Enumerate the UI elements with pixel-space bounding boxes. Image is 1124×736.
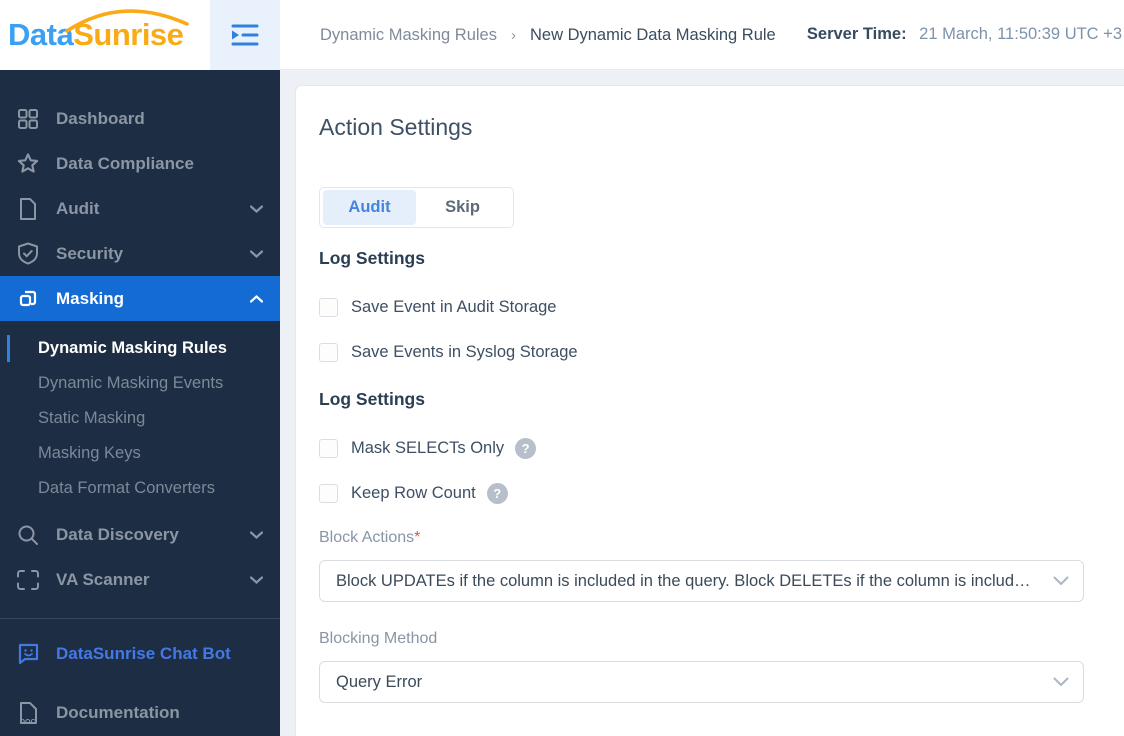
submenu-item-label: Masking Keys [38,444,141,462]
field-label-text: Blocking Method [319,630,438,647]
svg-text:DOC: DOC [20,719,36,726]
action-tab-group: Audit Skip [319,187,514,228]
sidebar-item-chat-bot[interactable]: DataSunrise Chat Bot [0,631,280,676]
masking-icon [15,286,41,312]
submenu-item-static-masking[interactable]: Static Masking [0,401,280,436]
mask-selects-only-checkbox[interactable] [319,438,338,458]
sidebar-item-data-discovery[interactable]: Data Discovery [0,512,280,557]
log-settings-heading-2: Log Settings [319,389,425,409]
settings-card: Action Settings Audit Skip Log Settings … [295,85,1124,736]
submenu-item-label: Static Masking [38,409,146,427]
sidebar-item-label: Data Discovery [56,524,179,544]
chevron-down-icon [250,575,263,584]
search-icon [15,522,41,548]
required-asterisk: * [414,529,421,546]
tab-audit[interactable]: Audit [323,190,416,225]
submenu-item-label: Data Format Converters [38,479,215,497]
sidebar-item-label: Masking [56,288,125,308]
chevron-down-icon [250,249,263,258]
chevron-up-icon [250,294,263,303]
blocking-method-label: Blocking Method [319,629,1124,649]
checkbox-label: Mask SELECTs Only [351,438,505,457]
submenu-item-data-format-converters[interactable]: Data Format Converters [0,471,280,506]
breadcrumb-current: New Dynamic Data Masking Rule [529,26,776,44]
sidebar-nav: Dashboard Data Compliance Audit Security… [0,70,280,736]
block-actions-select[interactable]: Block UPDATEs if the column is included … [319,560,1084,602]
star-icon [15,151,41,177]
server-time-label: Server Time: [806,25,907,43]
doc-file-icon: DOC [15,700,41,726]
save-events-syslog-storage-checkbox[interactable] [319,342,338,362]
shield-check-icon [15,241,41,267]
submenu-item-masking-keys[interactable]: Masking Keys [0,436,280,471]
sidebar-item-dashboard[interactable]: Dashboard [0,96,280,141]
sidebar-divider [0,618,280,619]
block-actions-label: Block Actions* [319,528,1124,548]
checkbox-row-mask-selects: Mask SELECTs Only ? [319,437,1124,459]
checkbox-row-audit-storage: Save Event in Audit Storage [319,296,1124,318]
log-settings-heading-1: Log Settings [319,248,425,268]
sidebar-item-label: Data Compliance [56,153,194,173]
sidebar-item-security[interactable]: Security [0,231,280,276]
logo-arc-icon [65,9,189,33]
sidebar-collapse-button[interactable] [210,0,280,70]
chevron-down-icon [1053,576,1069,586]
help-icon[interactable]: ? [515,437,537,459]
page-title: Action Settings [319,114,473,140]
sidebar-item-va-scanner[interactable]: VA Scanner [0,557,280,602]
sidebar-item-label: Dashboard [56,108,145,128]
breadcrumb-parent-link[interactable]: Dynamic Masking Rules [320,26,497,45]
sidebar-item-label: Security [56,243,124,263]
sidebar-item-label: DataSunrise Chat Bot [56,643,231,663]
help-icon[interactable]: ? [486,482,508,504]
server-time: Server Time: 21 March, 11:50:39 UTC +3 [807,25,1122,44]
blocking-method-selected-value: Query Error [336,672,423,691]
sidebar-item-label: Documentation [56,702,180,722]
block-actions-selected-value: Block UPDATEs if the column is included … [336,571,1031,590]
submenu-item-dynamic-masking-rules[interactable]: Dynamic Masking Rules [0,331,280,366]
submenu-item-label: Dynamic Masking Events [38,374,224,392]
server-time-value: 21 March, 11:50:39 UTC +3 [919,25,1122,43]
sidebar-item-data-compliance[interactable]: Data Compliance [0,141,280,186]
chevron-down-icon [250,530,263,539]
main-content-area: Action Settings Audit Skip Log Settings … [280,70,1124,736]
tab-skip[interactable]: Skip [416,190,509,225]
masking-submenu: Dynamic Masking Rules Dynamic Masking Ev… [0,321,280,512]
scanner-frame-icon [15,567,41,593]
submenu-item-label: Dynamic Masking Rules [38,339,227,357]
checkbox-label: Save Events in Syslog Storage [351,342,578,361]
sidebar-item-audit[interactable]: Audit [0,186,280,231]
active-accent-bar [7,335,10,362]
save-event-audit-storage-checkbox[interactable] [319,297,338,317]
checkbox-label: Save Event in Audit Storage [351,297,557,316]
top-header: Dynamic Masking Rules › New Dynamic Data… [280,0,1124,70]
chat-bot-icon [15,641,41,667]
logo-bar: DataSunrise [0,0,210,70]
document-icon [15,196,41,222]
checkbox-row-syslog-storage: Save Events in Syslog Storage [319,341,1124,363]
chevron-down-icon [1053,677,1069,687]
checkbox-row-keep-row-count: Keep Row Count ? [319,482,1124,504]
blocking-method-select[interactable]: Query Error [319,661,1084,703]
checkbox-label: Keep Row Count [351,483,476,502]
breadcrumb: Dynamic Masking Rules › New Dynamic Data… [320,26,776,45]
dashboard-icon [15,106,41,132]
submenu-item-dynamic-masking-events[interactable]: Dynamic Masking Events [0,366,280,401]
field-label-text: Block Actions [319,529,415,546]
chevron-down-icon [250,204,263,213]
sidebar-item-documentation[interactable]: DOC Documentation [0,690,280,735]
sidebar-item-label: VA Scanner [56,569,150,589]
sidebar-item-label: Audit [56,198,100,218]
keep-row-count-checkbox[interactable] [319,483,338,503]
collapse-menu-icon [231,24,259,46]
breadcrumb-separator: › [510,27,516,44]
sidebar-item-masking[interactable]: Masking [0,276,280,321]
